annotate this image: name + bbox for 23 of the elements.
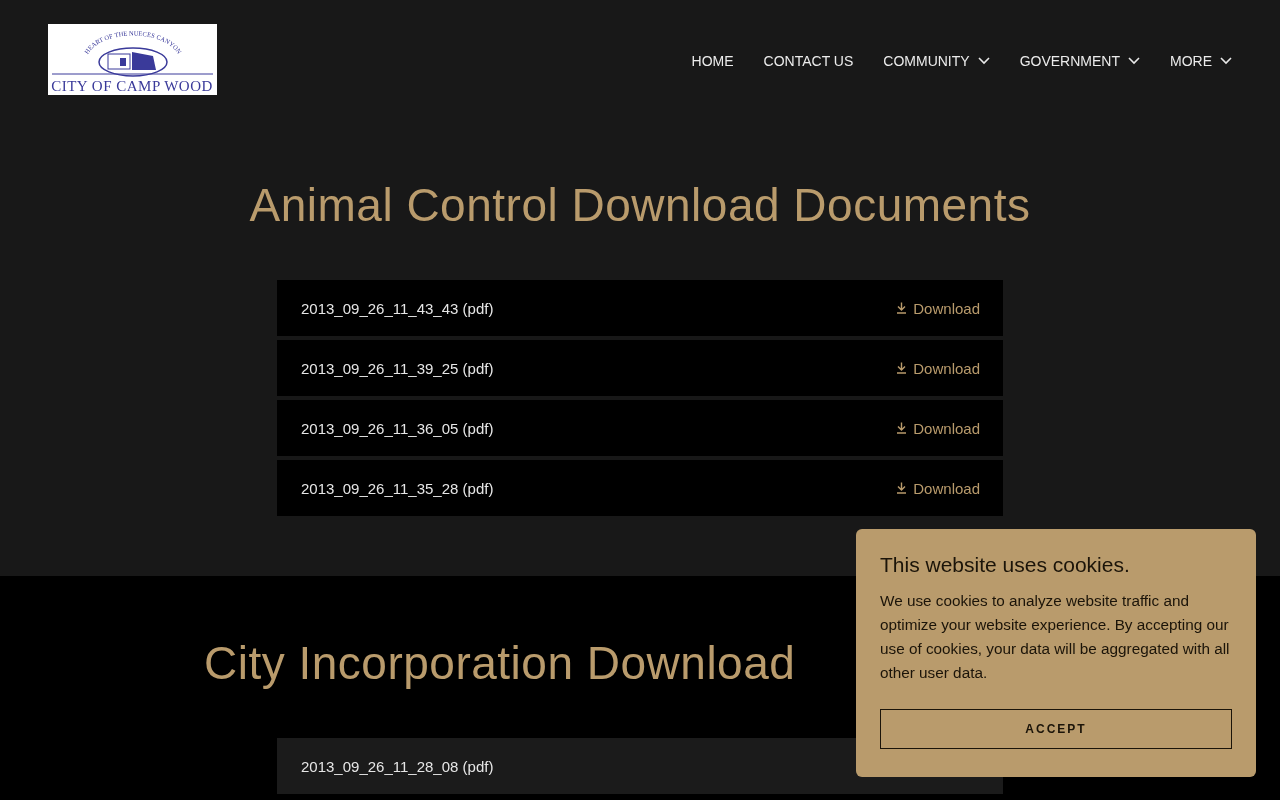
nav-link[interactable]: MORE <box>1170 53 1232 69</box>
cookie-text: We use cookies to analyze website traffic and optimize your website experience. By accepting our use of cookies, your data will be aggregated with all other user data. <box>880 591 1231 683</box>
file-name: 2013_09_26_11_43_43 (pdf) <box>301 299 494 317</box>
file-name: 2013_09_26_11_28_08 (pdf) <box>301 757 494 775</box>
file-name: 2013_09_26_11_39_25 (pdf) <box>301 359 494 377</box>
nav-link[interactable]: COMMUNITY <box>883 53 990 69</box>
nav-link[interactable]: HOME <box>691 53 734 69</box>
cookie-title: This website uses cookies. <box>880 553 1131 577</box>
download-icon <box>896 482 908 494</box>
download-link[interactable]: Download <box>896 359 980 377</box>
nav-link[interactable]: CONTACT US <box>763 53 854 69</box>
accept-button[interactable]: ACCEPT <box>880 709 1232 749</box>
section-heading: Animal Control Download Documents <box>249 178 1031 232</box>
download-link[interactable]: Download <box>896 299 980 317</box>
download-icon <box>896 422 908 434</box>
download-icon <box>896 302 908 314</box>
download-link[interactable]: Download <box>896 479 980 497</box>
section-heading: City Incorporation Download <box>204 636 796 690</box>
download-icon <box>896 362 908 374</box>
file-name: 2013_09_26_11_35_28 (pdf) <box>301 479 494 497</box>
download-link[interactable]: Download <box>896 419 980 437</box>
file-name: 2013_09_26_11_36_05 (pdf) <box>301 419 494 437</box>
nav-link[interactable]: GOVERNMENT <box>1019 53 1140 69</box>
